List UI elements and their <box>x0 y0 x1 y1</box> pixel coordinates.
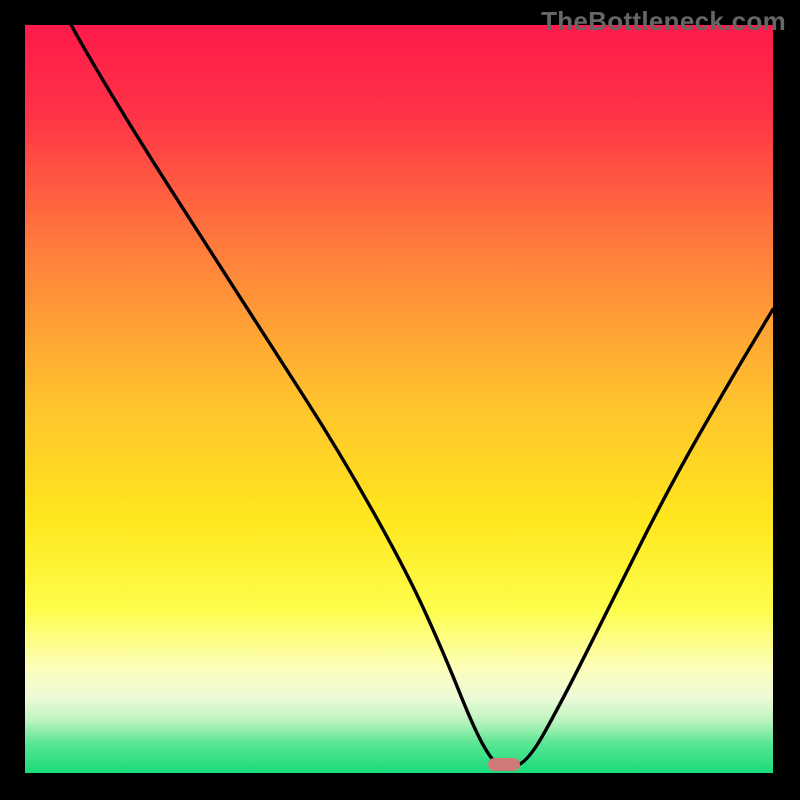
plot-area <box>25 25 773 773</box>
chart-frame: TheBottleneck.com <box>0 0 800 800</box>
optimal-point-marker <box>488 758 520 771</box>
watermark-text: TheBottleneck.com <box>541 6 786 37</box>
bottleneck-curve <box>25 25 773 773</box>
